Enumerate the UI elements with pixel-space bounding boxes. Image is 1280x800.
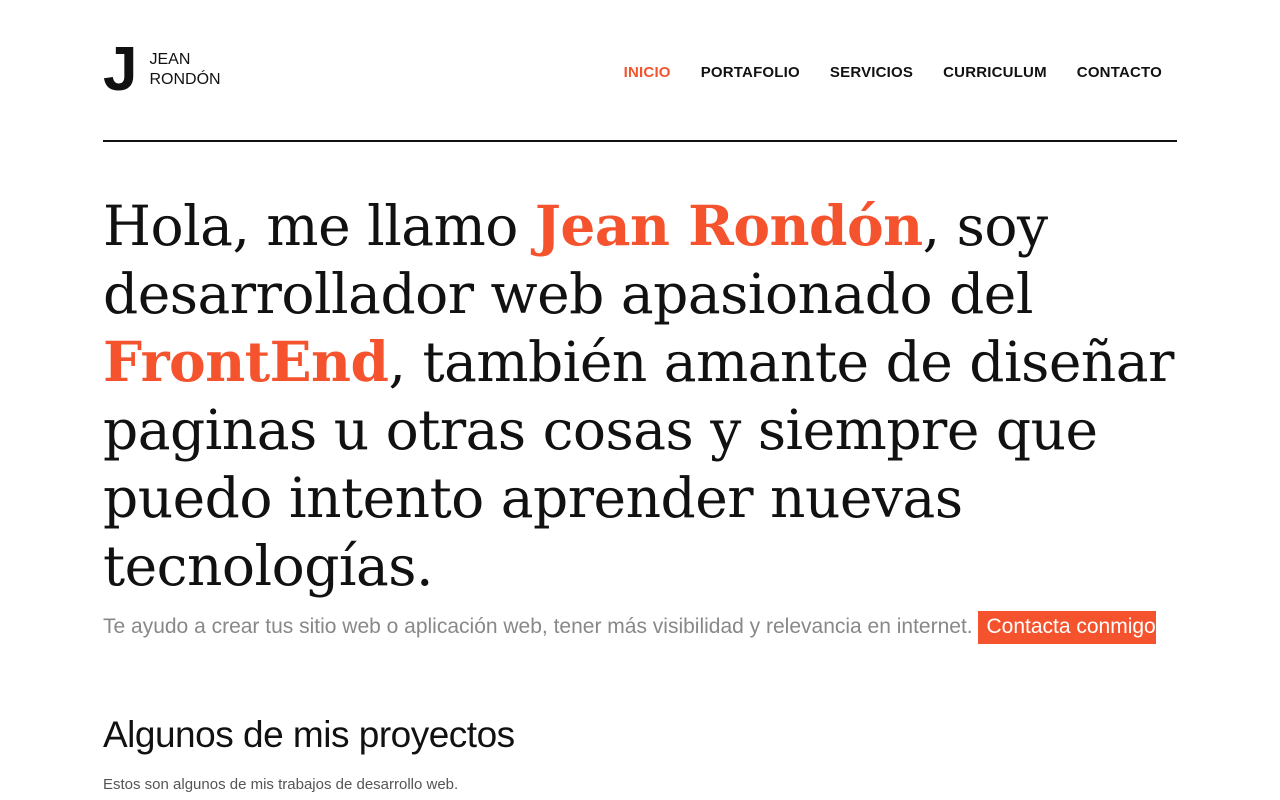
hero-text-part1: Hola, me llamo bbox=[103, 194, 535, 258]
nav-item-inicio[interactable]: INICIO bbox=[624, 64, 671, 81]
nav-item-curriculum[interactable]: CURRICULUM bbox=[943, 64, 1047, 81]
hero-highlight: FrontEnd bbox=[103, 329, 389, 394]
main-nav: INICIO PORTAFOLIO SERVICIOS CURRICULUM C… bbox=[624, 64, 1162, 81]
nav-item-contacto[interactable]: CONTACTO bbox=[1077, 64, 1162, 81]
hero-name: Jean Rondón bbox=[534, 193, 923, 258]
brand-logo[interactable]: J JEAN RONDÓN bbox=[103, 35, 221, 104]
brand-name: JEAN RONDÓN bbox=[149, 50, 220, 90]
brand-first-name: JEAN bbox=[149, 51, 191, 68]
projects-subtitle: Estos son algunos de mis trabajos de des… bbox=[103, 776, 459, 793]
header-divider bbox=[103, 140, 1177, 142]
nav-item-servicios[interactable]: SERVICIOS bbox=[830, 64, 913, 81]
logo-mark: J bbox=[103, 35, 138, 104]
hero-heading: Hola, me llamo Jean Rondón, soy desarrol… bbox=[103, 192, 1177, 600]
contact-cta-button[interactable]: Contacta conmigo bbox=[978, 611, 1156, 644]
nav-item-portafolio[interactable]: PORTAFOLIO bbox=[701, 64, 800, 81]
intro-text: Te ayudo a crear tus sitio web o aplicac… bbox=[103, 611, 1177, 644]
intro-copy: Te ayudo a crear tus sitio web o aplicac… bbox=[103, 615, 979, 638]
brand-last-name: RONDÓN bbox=[149, 71, 221, 88]
site-header: J JEAN RONDÓN INICIO PORTAFOLIO SERVICIO… bbox=[103, 35, 1177, 104]
projects-title: Algunos de mis proyectos bbox=[103, 714, 515, 755]
